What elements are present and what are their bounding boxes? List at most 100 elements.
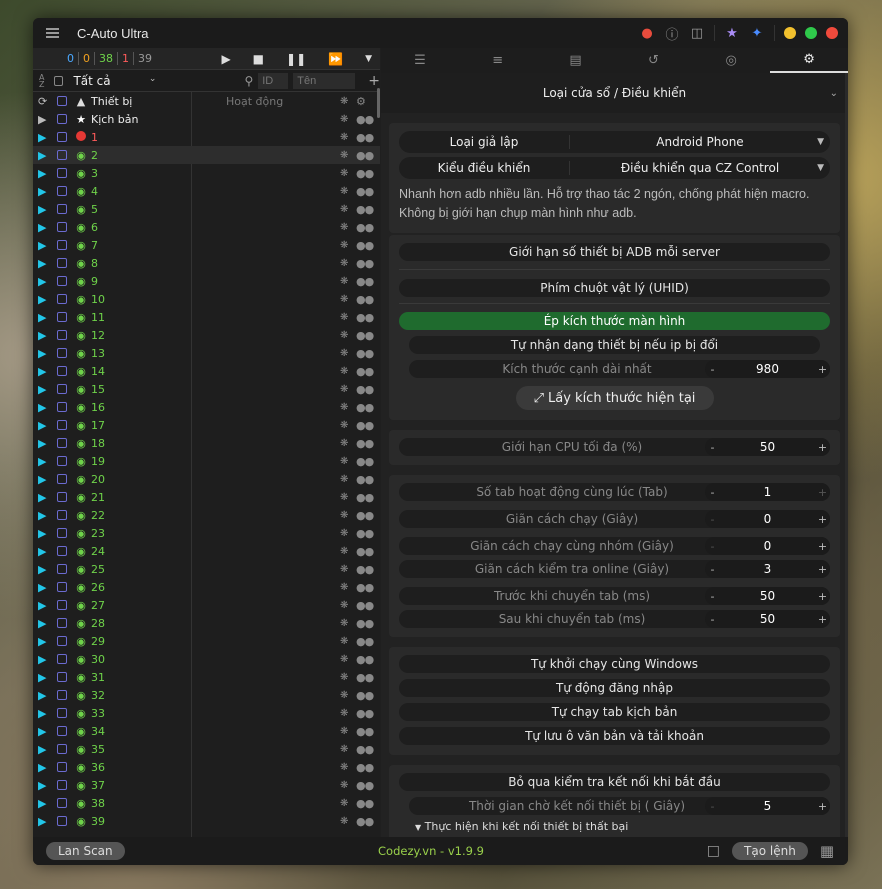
scripts-group-row[interactable]: ▶ ★ Kịch bản ❋ ●● [33,110,380,128]
row-checkbox[interactable] [57,564,67,574]
control-mode-select[interactable]: Kiểu điều khiển Điều khiển qua CZ Contro… [399,157,830,179]
tab-globe[interactable]: ◎ [692,48,770,73]
play-icon[interactable]: ▶ [38,221,54,234]
bug-icon[interactable]: ❋ [340,258,348,269]
tab-settings[interactable]: ⚙ [770,48,848,73]
device-row[interactable]: ▶ ◉ 8 ❋ ●● [33,254,380,272]
more-icon[interactable]: ●● [356,419,374,432]
row-checkbox[interactable] [57,438,67,448]
play-icon[interactable]: ▶ [38,761,54,774]
more-icon[interactable]: ●● [356,311,374,324]
scrollbar[interactable] [845,73,848,837]
more-icon[interactable]: ●● [356,167,374,180]
decrement-button[interactable]: - [705,800,720,813]
play-icon[interactable]: ▶ [38,563,54,576]
play-icon[interactable]: ▶ [221,52,230,66]
more-icon[interactable]: ●● [356,347,374,360]
more-icon[interactable]: ●● [356,761,374,774]
play-icon[interactable]: ▶ [38,401,54,414]
bug-icon[interactable]: ❋ [340,132,348,143]
decrement-button[interactable]: - [705,441,720,454]
bug-icon[interactable]: ❋ [340,330,348,341]
more-icon[interactable]: ●● [356,113,374,126]
play-icon[interactable]: ▶ [38,329,54,342]
more-icon[interactable]: ●● [356,581,374,594]
play-icon[interactable]: ▶ [38,617,54,630]
row-checkbox[interactable] [57,654,67,664]
play-icon[interactable]: ▶ [38,203,54,216]
more-icon[interactable]: ●● [356,455,374,468]
play-icon[interactable]: ▶ [38,581,54,594]
play-icon[interactable]: ▶ [38,419,54,432]
online-check-value[interactable]: 3 [720,562,815,576]
more-icon[interactable]: ●● [356,635,374,648]
pin-icon[interactable]: ✦ [749,25,765,41]
increment-button[interactable]: + [815,513,830,526]
bug-icon[interactable]: ❋ [340,348,348,359]
device-row[interactable]: ▶ ◉ 21 ❋ ●● [33,488,380,506]
row-checkbox[interactable] [57,420,67,430]
play-icon[interactable]: ▶ [38,113,54,126]
device-row[interactable]: ▶ ◉ 39 ❋ ●● [33,812,380,830]
more-icon[interactable]: ●● [356,383,374,396]
row-checkbox[interactable] [57,330,67,340]
device-row[interactable]: ▶ ◉ 29 ❋ ●● [33,632,380,650]
decrement-button[interactable]: - [705,486,720,499]
device-row[interactable]: ▶ ◉ 3 ❋ ●● [33,164,380,182]
play-icon[interactable]: ▶ [38,671,54,684]
bug-icon[interactable]: ❋ [340,726,348,737]
dropdown-icon[interactable]: ▼ [365,54,372,64]
device-row[interactable]: ▶ ◉ 33 ❋ ●● [33,704,380,722]
play-icon[interactable]: ▶ [38,707,54,720]
device-row[interactable]: ▶ ◉ 32 ❋ ●● [33,686,380,704]
tabs-value[interactable]: 1 [720,485,815,499]
uhid-toggle[interactable]: Phím chuột vật lý (UHID) [399,279,830,297]
more-icon[interactable]: ●● [356,365,374,378]
play-icon[interactable]: ▶ [38,257,54,270]
row-checkbox[interactable] [57,276,67,286]
create-command-button[interactable]: Tạo lệnh [732,842,808,860]
decrement-button[interactable]: - [705,540,720,553]
more-icon[interactable]: ●● [356,257,374,270]
row-checkbox[interactable] [57,168,67,178]
grid-icon[interactable]: ▦ [820,842,834,860]
decrement-button[interactable]: - [705,590,720,603]
row-checkbox[interactable] [57,618,67,628]
stop-icon[interactable]: ■ [253,52,264,66]
more-icon[interactable]: ●● [356,563,374,576]
close-button[interactable] [826,27,838,39]
bug-icon[interactable]: ❋ [340,420,348,431]
bug-icon[interactable]: ❋ [340,672,348,683]
section-header[interactable]: Loại cửa sổ / Điều khiển ⌄ [381,73,848,113]
bug-icon[interactable]: ❋ [340,366,348,377]
more-icon[interactable]: ●● [356,545,374,558]
bug-icon[interactable]: ❋ [340,456,348,467]
device-row[interactable]: ▶ ◉ 18 ❋ ●● [33,434,380,452]
increment-button[interactable]: + [815,613,830,626]
bug-icon[interactable]: ❋ [340,276,348,287]
play-icon[interactable]: ▶ [38,797,54,810]
device-row[interactable]: ▶ ◉ 25 ❋ ●● [33,560,380,578]
decrement-button[interactable]: - [705,613,720,626]
bug-icon[interactable]: ❋ [340,690,348,701]
decrement-button[interactable]: - [705,513,720,526]
row-checkbox[interactable] [57,546,67,556]
bug-icon[interactable]: ❋ [340,582,348,593]
play-icon[interactable]: ▶ [38,779,54,792]
row-checkbox[interactable] [57,402,67,412]
force-size-toggle[interactable]: Ép kích thước màn hình [399,312,830,330]
adb-limit-toggle[interactable]: Giới hạn số thiết bị ADB mỗi server [399,243,830,261]
play-icon[interactable]: ▶ [38,311,54,324]
bug-icon[interactable]: ❋ [340,312,348,323]
bug-icon[interactable]: ❋ [340,600,348,611]
wait-conn-value[interactable]: 5 [720,799,815,813]
row-checkbox[interactable] [57,96,67,106]
device-row[interactable]: ▶ ◉ 34 ❋ ●● [33,722,380,740]
device-row[interactable]: ▶ ◉ 2 ❋ ●● [33,146,380,164]
device-row[interactable]: ▶ ◉ 38 ❋ ●● [33,794,380,812]
play-icon[interactable]: ▶ [38,635,54,648]
play-icon[interactable]: ▶ [38,599,54,612]
maximize-button[interactable] [805,27,817,39]
play-icon[interactable]: ▶ [38,347,54,360]
row-checkbox[interactable] [57,384,67,394]
